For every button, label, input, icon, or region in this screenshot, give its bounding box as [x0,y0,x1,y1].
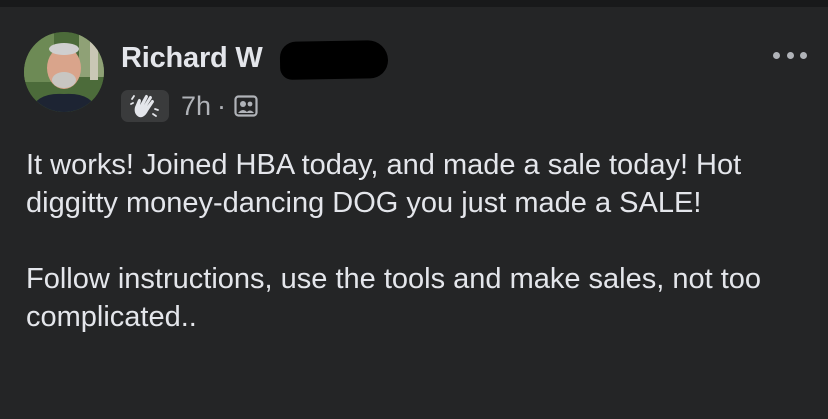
avatar-photo [24,32,104,112]
redaction-mark [279,40,389,80]
waving-hand-icon[interactable] [121,90,169,122]
post-meta: 7h · [121,89,258,123]
post-paragraph: Follow instructions, use the tools and m… [26,263,762,333]
dot-icon [800,51,807,59]
more-options-icon[interactable] [773,47,807,63]
post-paragraph: It works! Joined HBA today, and made a s… [26,149,742,219]
dot-icon [786,51,794,59]
waving-hand-icon-glyph [130,94,159,118]
friends-photo-icon[interactable] [234,94,258,118]
author-avatar[interactable] [24,32,104,112]
post-card: Richard W 7h · It works! Joined HBA toda… [0,7,828,419]
post-body: It works! Joined HBA today, and made a s… [26,146,816,336]
dot-icon [773,51,780,59]
friends-photo-icon-glyph [234,95,258,117]
post-timestamp[interactable]: 7h [181,91,211,122]
author-name[interactable]: Richard W [121,42,263,75]
top-divider [0,0,828,7]
meta-separator: · [217,90,227,121]
